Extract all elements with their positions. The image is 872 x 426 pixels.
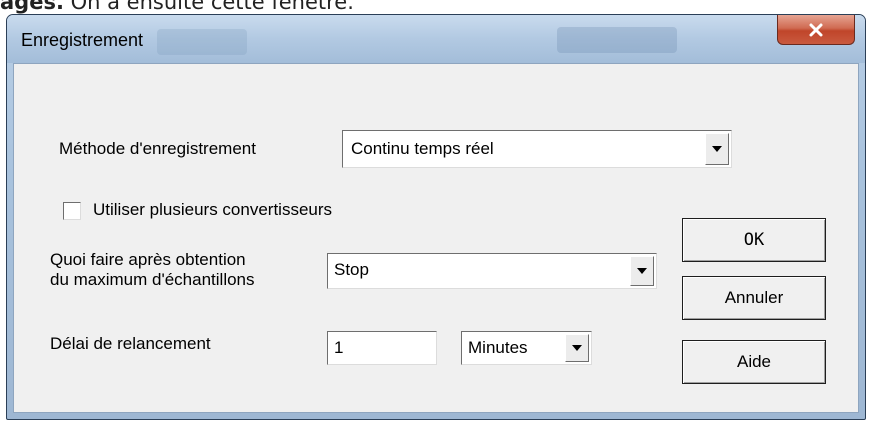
multi-converters-label[interactable]: Utiliser plusieurs convertisseurs xyxy=(93,200,332,220)
method-label: Méthode d'enregistrement xyxy=(59,139,256,158)
restart-delay-value: 1 xyxy=(334,338,344,357)
method-select-value: Continu temps réel xyxy=(351,139,494,158)
ok-button[interactable]: OK xyxy=(682,218,826,262)
help-button-label: Aide xyxy=(736,352,772,371)
method-select[interactable]: Continu temps réel xyxy=(342,130,732,168)
after-max-label-line1: Quoi faire après obtention xyxy=(50,250,246,269)
multi-converters-checkbox[interactable] xyxy=(63,202,81,220)
help-button[interactable]: Aide xyxy=(682,340,826,384)
cancel-button[interactable]: Annuler xyxy=(682,276,826,320)
window-title: Enregistrement xyxy=(21,30,144,50)
after-max-dropdown-button[interactable] xyxy=(630,256,654,286)
restart-unit-value: Minutes xyxy=(468,338,528,357)
after-max-select[interactable]: Stop xyxy=(327,253,657,289)
close-button[interactable] xyxy=(777,15,855,45)
cancel-button-label: Annuler xyxy=(724,288,784,307)
ok-button-label: OK xyxy=(743,230,765,250)
chevron-down-icon xyxy=(572,345,582,351)
restart-unit-dropdown-button[interactable] xyxy=(565,334,589,362)
restart-delay-input[interactable]: 1 xyxy=(327,331,437,365)
after-max-select-value: Stop xyxy=(334,260,369,279)
document-text-rest: On a ensuite cette fenêtre. xyxy=(63,0,354,14)
chevron-down-icon xyxy=(712,146,722,152)
title-bar[interactable]: Enregistrement xyxy=(7,15,865,63)
close-x-icon xyxy=(809,23,823,36)
restart-delay-label: Délai de relancement xyxy=(50,334,211,353)
dialog-window: Enregistrement Méthode d'enregistrement … xyxy=(6,14,866,420)
chevron-down-icon xyxy=(637,268,647,274)
restart-unit-select[interactable]: Minutes xyxy=(461,331,592,365)
document-text-bold: ages. xyxy=(0,0,64,14)
after-max-label-line2: du maximum d'échantillons xyxy=(50,270,255,289)
method-select-dropdown-button[interactable] xyxy=(705,133,729,165)
client-area: Méthode d'enregistrement Continu temps r… xyxy=(13,63,859,413)
